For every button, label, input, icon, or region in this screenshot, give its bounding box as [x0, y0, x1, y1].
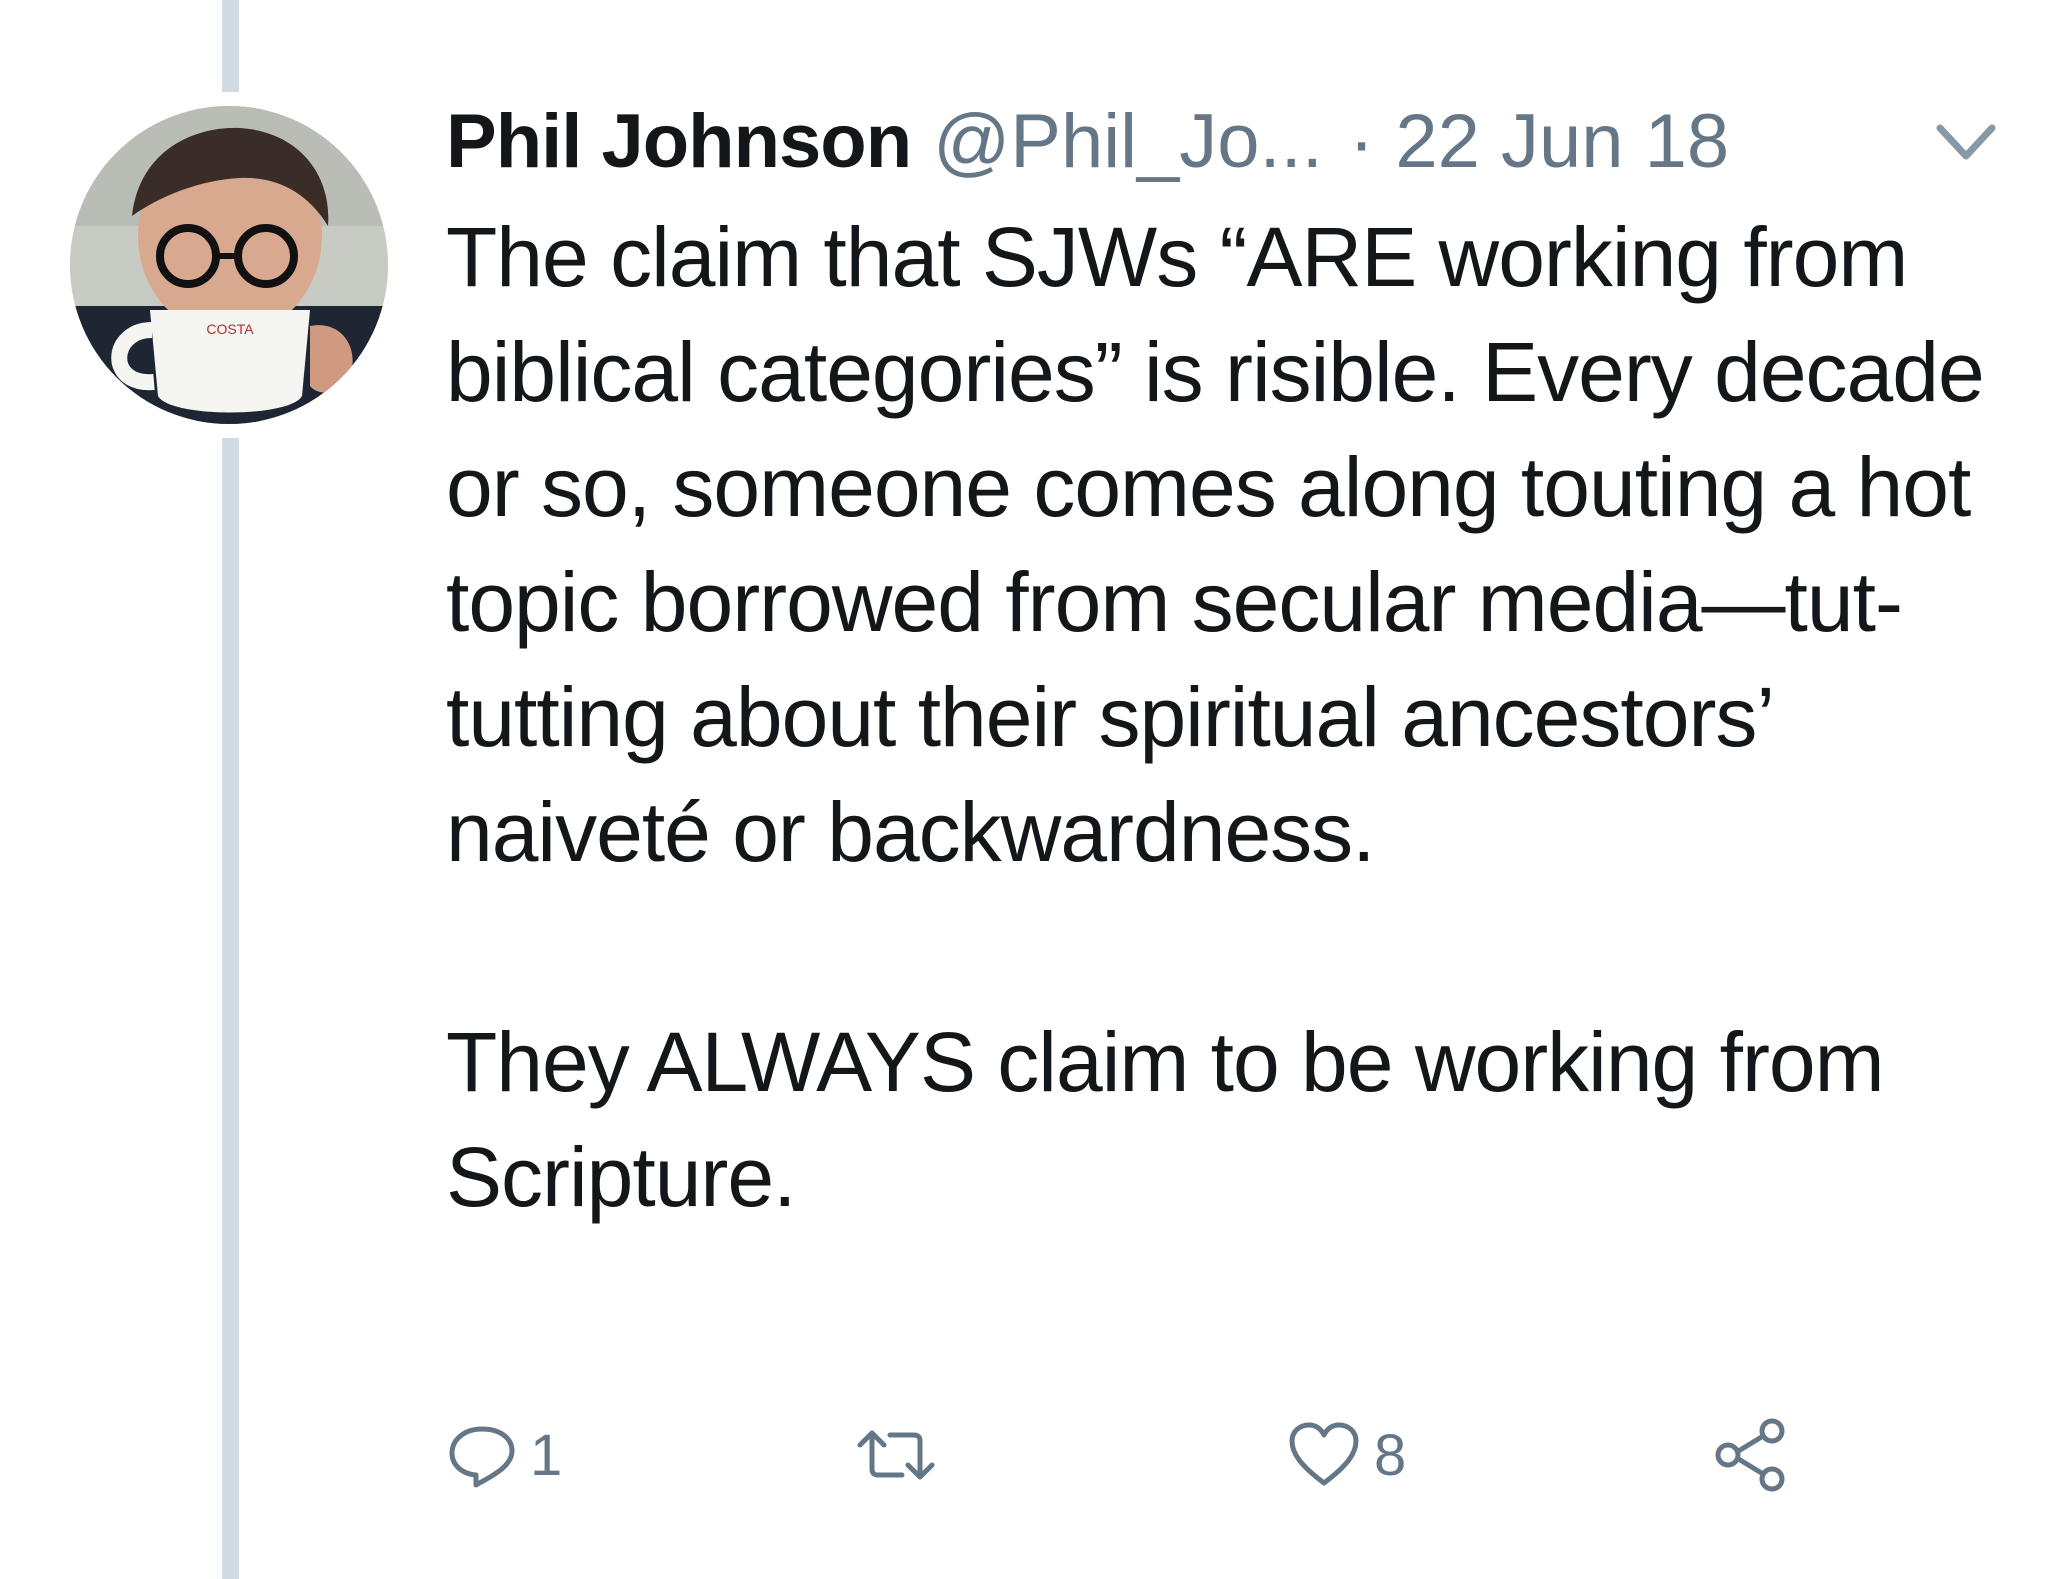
reply-count: 1: [530, 1422, 563, 1488]
thread-line-top: [222, 0, 239, 92]
reply-icon: [449, 1426, 515, 1488]
share-icon: [1715, 1418, 1785, 1492]
tweet-header: Phil Johnson @Phil_Jo... · 22 Jun 18: [446, 92, 2006, 192]
chevron-down-icon[interactable]: [1934, 120, 1998, 164]
tweet-text: The claim that SJWs “ARE working from bi…: [446, 200, 2016, 1235]
avatar-photo: COSTA: [70, 106, 388, 424]
mug-logo: COSTA: [206, 321, 254, 337]
author-name[interactable]: Phil Johnson: [446, 99, 912, 184]
tweet-paragraph: The claim that SJWs “ARE working from bi…: [446, 210, 1985, 879]
reply-button[interactable]: 1: [446, 1400, 562, 1510]
author-handle[interactable]: @Phil_Jo...: [933, 99, 1323, 184]
share-button[interactable]: [1710, 1400, 1790, 1510]
tweet-actions: 1 8: [446, 1400, 2006, 1510]
retweet-button[interactable]: [854, 1400, 950, 1510]
like-button[interactable]: 8: [1286, 1400, 1406, 1510]
like-count: 8: [1374, 1422, 1407, 1488]
avatar[interactable]: COSTA: [70, 106, 388, 424]
retweet-icon: [857, 1430, 935, 1480]
thread-line-bottom: [222, 438, 239, 1579]
tweet-paragraph: They ALWAYS claim to be working from Scr…: [446, 1015, 1885, 1224]
tweet-date[interactable]: · 22 Jun 18: [1349, 99, 1729, 184]
heart-icon: [1289, 1422, 1359, 1486]
